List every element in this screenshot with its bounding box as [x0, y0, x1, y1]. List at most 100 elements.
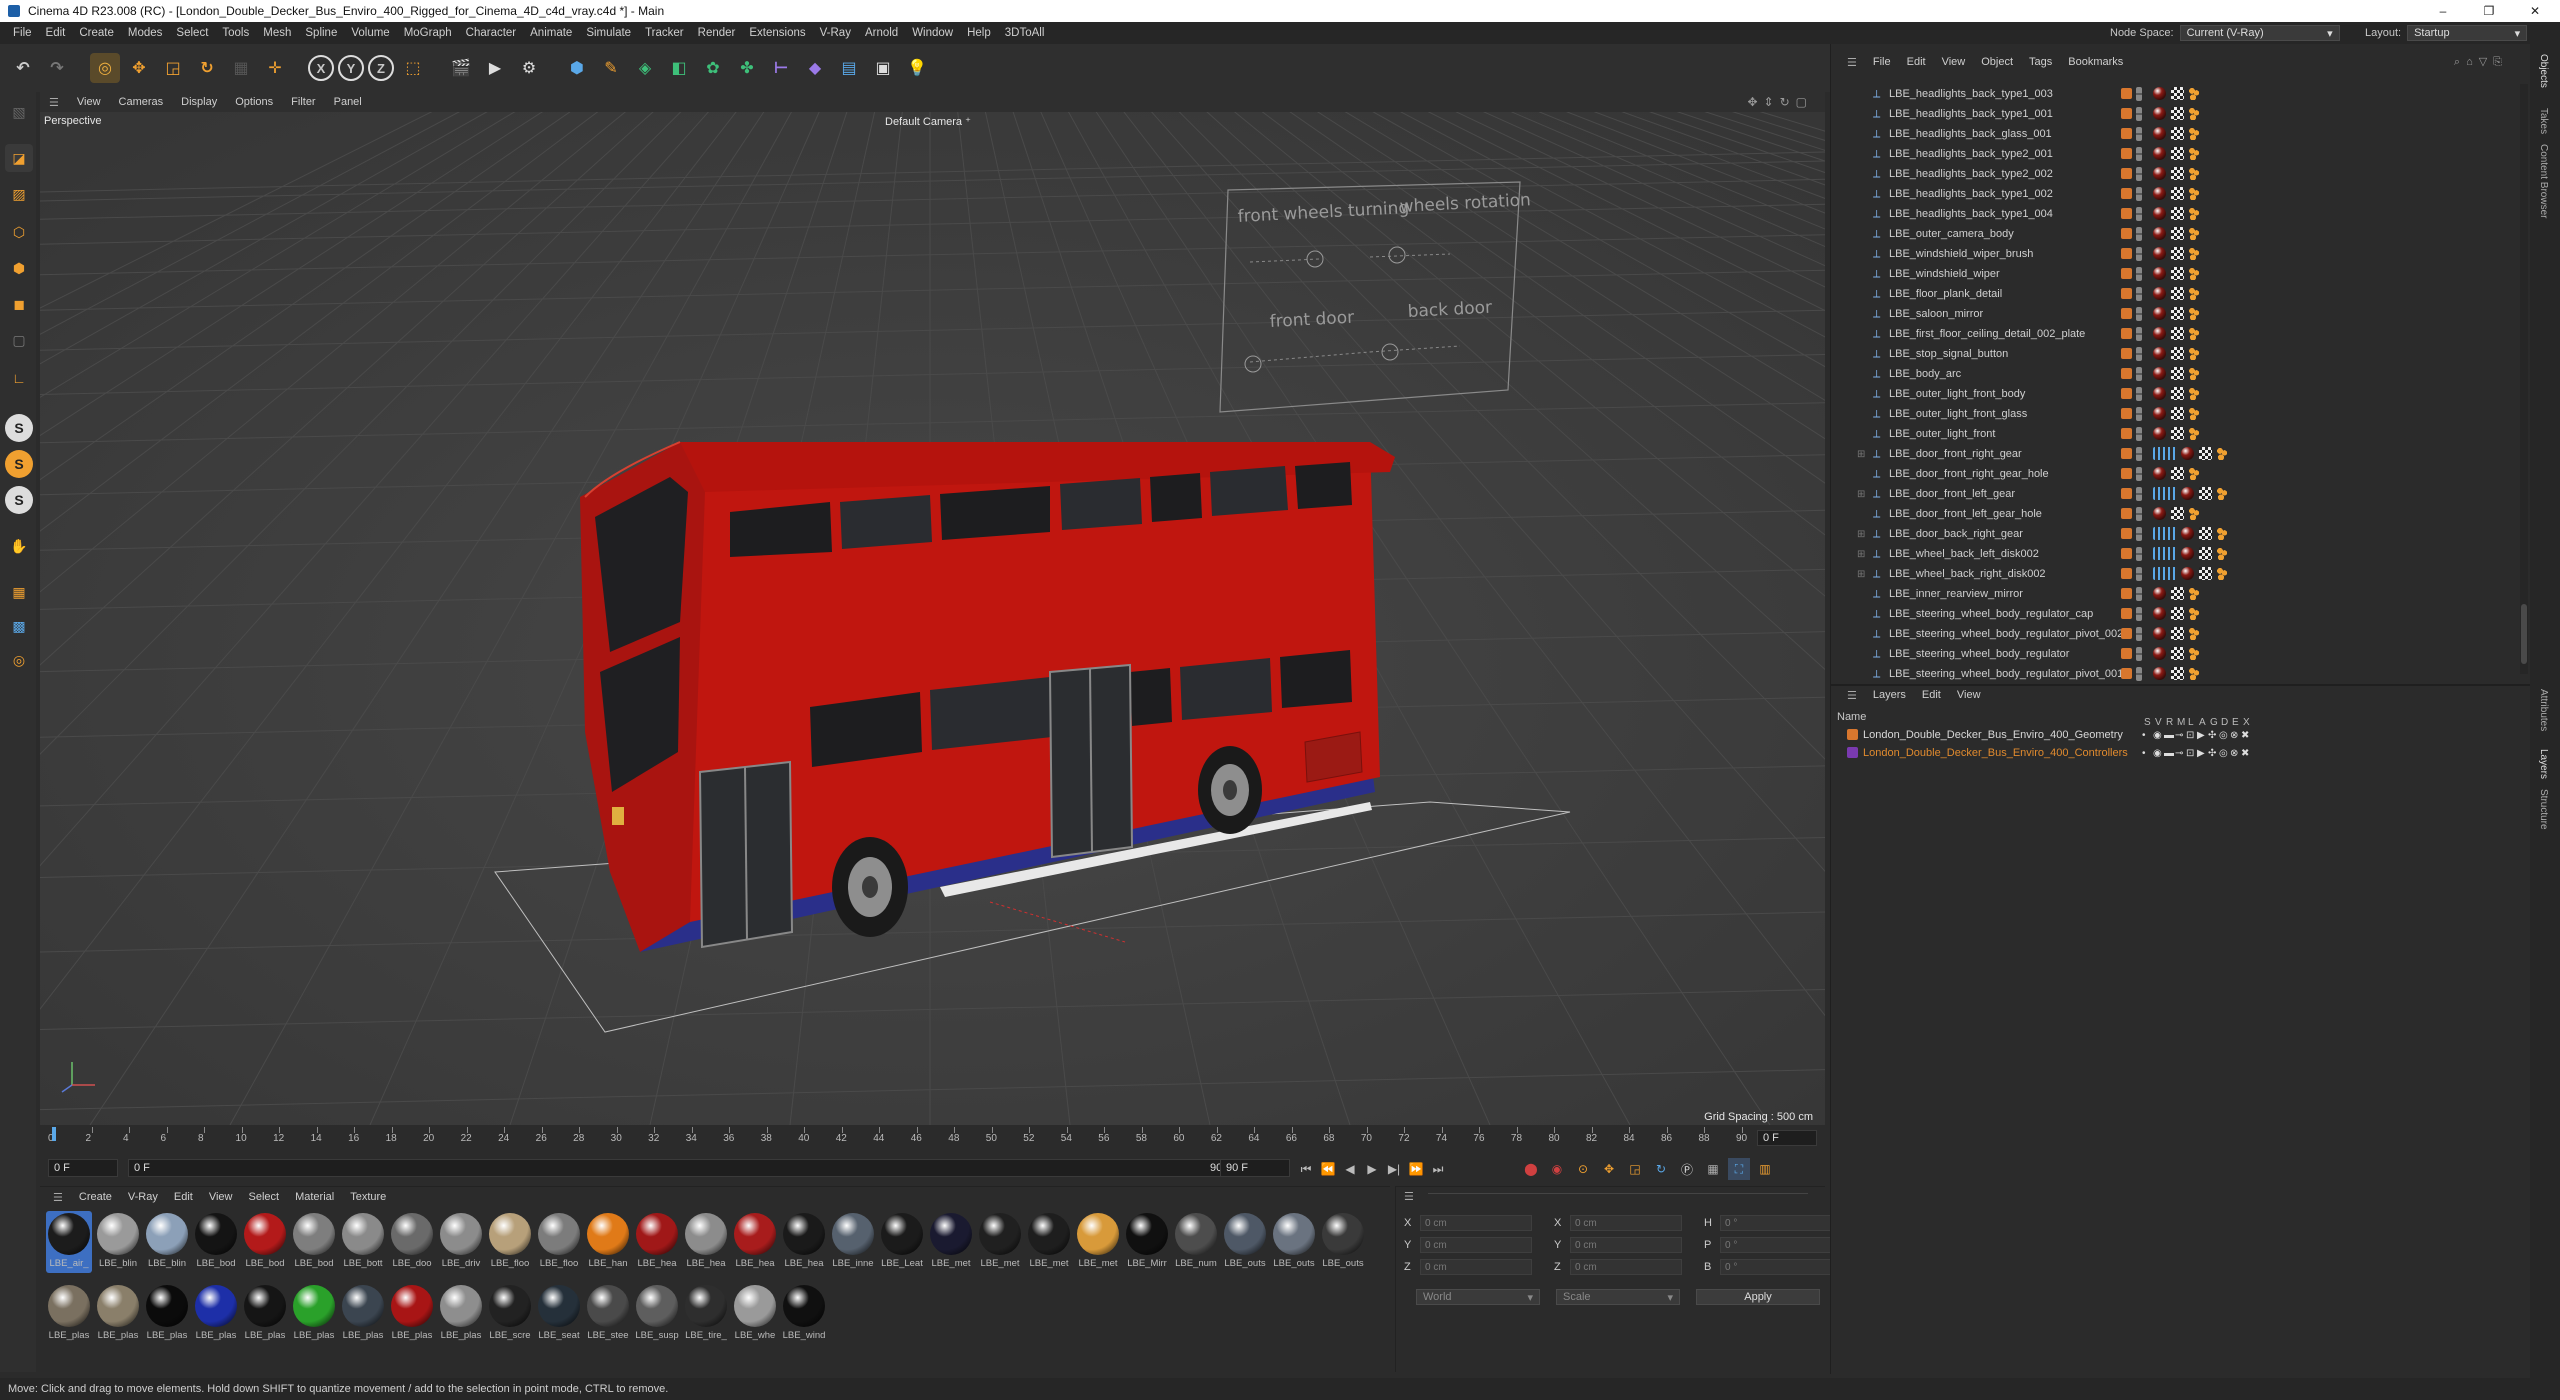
viewport-menu-options[interactable]: Options	[226, 96, 282, 108]
uvw-tag-icon[interactable]	[2171, 367, 2184, 380]
layer-color-tag[interactable]	[2121, 208, 2132, 219]
workplane-snap-icon[interactable]: S	[5, 450, 33, 478]
expand-icon[interactable]: ⊞	[1857, 549, 1865, 560]
menu-animate[interactable]: Animate	[523, 27, 579, 39]
brush-tool-icon[interactable]: ✋	[5, 532, 33, 560]
selection-tag-icon[interactable]	[2189, 147, 2199, 160]
material-swatch[interactable]: LBE_bod	[193, 1211, 239, 1273]
material-tag-icon[interactable]	[2153, 287, 2166, 300]
object-row[interactable]: ⟂ LBE_inner_rearview_mirror	[1831, 584, 2521, 604]
selection-tag-icon[interactable]	[2189, 107, 2199, 120]
uv-mode-icon[interactable]: ▢	[5, 326, 33, 354]
material-swatch[interactable]: LBE_plas	[193, 1283, 239, 1345]
menu-vray[interactable]: V-Ray	[813, 27, 858, 39]
expand-icon[interactable]: ⊞	[1857, 449, 1865, 460]
object-row[interactable]: ⟂ LBE_headlights_back_type1_003	[1831, 84, 2521, 104]
move-tool-icon[interactable]: ✥	[124, 53, 154, 83]
camera-icon[interactable]: ▣	[868, 53, 898, 83]
object-name[interactable]: LBE_outer_light_front_body	[1889, 388, 2025, 400]
material-swatch[interactable]: LBE_doo	[389, 1211, 435, 1273]
material-swatch[interactable]: LBE_met	[928, 1211, 974, 1273]
visibility-dots-icon[interactable]	[2136, 527, 2142, 541]
object-list-scrollbar[interactable]	[2520, 84, 2528, 674]
visibility-dots-icon[interactable]	[2136, 107, 2142, 121]
material-menu-material[interactable]: Material	[288, 1191, 341, 1203]
material-tag-icon[interactable]	[2153, 267, 2166, 280]
visibility-dots-icon[interactable]	[2136, 307, 2142, 321]
material-tag-icon[interactable]	[2153, 147, 2166, 160]
visibility-dots-icon[interactable]	[2136, 207, 2142, 221]
object-menu-tags[interactable]: Tags	[2023, 56, 2058, 68]
layer-color-tag[interactable]	[2121, 648, 2132, 659]
layer-color-tag[interactable]	[2121, 168, 2132, 179]
material-tag-icon[interactable]	[2153, 427, 2166, 440]
generator-icon[interactable]: ✣	[2208, 730, 2216, 741]
object-row[interactable]: ⊞ ⟂ LBE_door_front_right_gear	[1831, 444, 2521, 464]
object-name[interactable]: LBE_steering_wheel_body_regulator_pivot_…	[1889, 668, 2123, 680]
scrollbar-thumb[interactable]	[2521, 604, 2527, 664]
visibility-eye-icon[interactable]: ◉	[2153, 748, 2162, 759]
material-swatch[interactable]: LBE_susp	[634, 1283, 680, 1345]
material-swatch[interactable]: LBE_floo	[487, 1211, 533, 1273]
selection-tag-icon[interactable]	[2189, 207, 2199, 220]
layer-color-swatch[interactable]	[1847, 747, 1858, 758]
visibility-dots-icon[interactable]	[2136, 187, 2142, 201]
material-tag-icon[interactable]	[2153, 347, 2166, 360]
menu-spline[interactable]: Spline	[298, 27, 344, 39]
layer-color-tag[interactable]	[2121, 108, 2132, 119]
object-name[interactable]: LBE_wheel_back_left_disk002	[1889, 548, 2039, 560]
go-to-end-icon[interactable]: ⏭	[1427, 1158, 1449, 1180]
object-manager-tool-icons[interactable]: ⌕⌂▽⎘	[2454, 55, 2508, 69]
material-tag-icon[interactable]	[2181, 487, 2194, 500]
object-row[interactable]: ⟂ LBE_headlights_back_type2_001	[1831, 144, 2521, 164]
frame-range-slider[interactable]: 0 F 90 F	[128, 1159, 1238, 1177]
cloner-icon[interactable]: ✿	[698, 53, 728, 83]
menu-select[interactable]: Select	[169, 27, 215, 39]
material-swatch[interactable]: LBE_met	[1026, 1211, 1072, 1273]
object-row[interactable]: ⟂ LBE_outer_light_front	[1831, 424, 2521, 444]
object-name[interactable]: LBE_steering_wheel_body_regulator_pivot_…	[1889, 628, 2123, 640]
minimize-button[interactable]: –	[2420, 0, 2466, 22]
object-name[interactable]: LBE_outer_light_front	[1889, 428, 1995, 440]
end-frame-field[interactable]: 90 F	[1220, 1159, 1290, 1177]
autokey-icon[interactable]: ◉	[1546, 1158, 1568, 1180]
object-name[interactable]: LBE_door_front_left_gear	[1889, 488, 2015, 500]
workplane-icon[interactable]: ▦	[5, 578, 33, 606]
size-z-field[interactable]: 0 cm	[1570, 1259, 1682, 1275]
visibility-dots-icon[interactable]	[2136, 487, 2142, 501]
rotation-p-field[interactable]: 0 °	[1720, 1237, 1832, 1253]
expand-icon[interactable]: ⊞	[1857, 529, 1865, 540]
visibility-dots-icon[interactable]	[2136, 167, 2142, 181]
deformer-icon[interactable]: ◎	[2219, 748, 2228, 759]
object-row[interactable]: ⟂ LBE_headlights_back_type1_001	[1831, 104, 2521, 124]
material-tag-icon[interactable]	[2181, 527, 2194, 540]
object-name[interactable]: LBE_door_front_right_gear_hole	[1889, 468, 2049, 480]
close-button[interactable]: ✕	[2512, 0, 2558, 22]
material-swatch[interactable]: LBE_plas	[242, 1283, 288, 1345]
selection-tag-icon[interactable]	[2189, 607, 2199, 620]
animation-icon[interactable]: ▶	[2197, 748, 2205, 759]
selection-tag-icon[interactable]	[2189, 347, 2199, 360]
selection-tag-icon[interactable]	[2217, 547, 2227, 560]
object-row[interactable]: ⊞ ⟂ LBE_wheel_back_left_disk002	[1831, 544, 2521, 564]
visibility-dots-icon[interactable]	[2136, 407, 2142, 421]
hamburger-icon[interactable]: ☰	[46, 1191, 70, 1204]
pla-key-icon[interactable]: ▦	[1702, 1158, 1724, 1180]
material-swatch[interactable]: LBE_outs	[1320, 1211, 1366, 1273]
visibility-dots-icon[interactable]	[2136, 647, 2142, 661]
object-row[interactable]: ⟂ LBE_steering_wheel_body_regulator	[1831, 644, 2521, 664]
render-icon[interactable]: ▬	[2164, 748, 2174, 759]
material-swatch[interactable]: LBE_driv	[438, 1211, 484, 1273]
object-menu-bookmarks[interactable]: Bookmarks	[2062, 56, 2129, 68]
visibility-dots-icon[interactable]	[2136, 567, 2142, 581]
previous-frame-icon[interactable]: ◀	[1339, 1158, 1361, 1180]
material-swatch[interactable]: LBE_Mirr	[1124, 1211, 1170, 1273]
uvw-tag-icon[interactable]	[2171, 107, 2184, 120]
cube-object-icon[interactable]: ⬢	[562, 53, 592, 83]
material-swatch[interactable]: LBE_hea	[732, 1211, 778, 1273]
lock-icon[interactable]: ⊡	[2186, 730, 2194, 741]
layout-dropdown[interactable]: Startup ▾	[2407, 25, 2528, 41]
viewport-menu-display[interactable]: Display	[172, 96, 226, 108]
material-tag-icon[interactable]	[2181, 447, 2194, 460]
material-tag-icon[interactable]	[2153, 647, 2166, 660]
